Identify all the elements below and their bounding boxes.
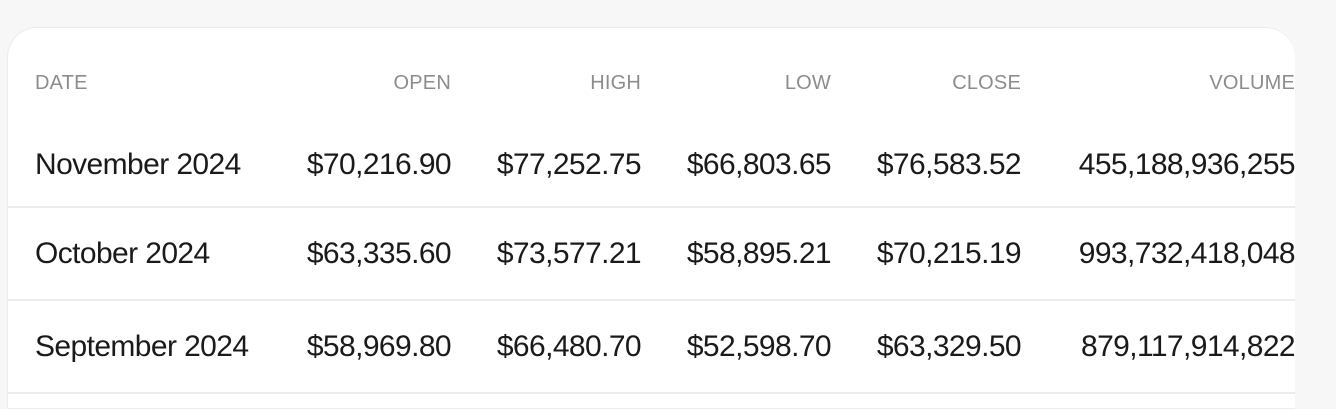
column-header-low[interactable]: LOW (641, 28, 831, 124)
cell-volume: 993,732,418,048 (1021, 207, 1295, 301)
table-row: November 2024 $70,216.90 $77,252.75 $66,… (8, 124, 1295, 208)
price-history-card: DATE OPEN HIGH LOW CLOSE VOLUME November… (7, 27, 1295, 409)
cell-date: November 2024 (8, 124, 273, 208)
column-header-date[interactable]: DATE (8, 28, 273, 124)
cell-open: $63,335.60 (273, 207, 451, 301)
column-header-open[interactable]: OPEN (273, 28, 451, 124)
cell-volume: 879,117,914,822 (1021, 300, 1295, 394)
cell-high: $66,480.70 (451, 300, 641, 394)
cell-volume: 455,188,936,255 (1021, 124, 1295, 208)
cell-high: $73,577.21 (451, 207, 641, 301)
cell-date: September 2024 (8, 300, 273, 394)
table-row: September 2024 $58,969.80 $66,480.70 $52… (8, 300, 1295, 394)
cell-close: $76,583.52 (831, 124, 1021, 208)
cell-low: $52,598.70 (641, 300, 831, 394)
cell-close: $70,215.19 (831, 207, 1021, 301)
price-history-table: DATE OPEN HIGH LOW CLOSE VOLUME November… (8, 28, 1295, 394)
column-header-close[interactable]: CLOSE (831, 28, 1021, 124)
column-header-high[interactable]: HIGH (451, 28, 641, 124)
cell-high: $77,252.75 (451, 124, 641, 208)
cell-low: $58,895.21 (641, 207, 831, 301)
cell-date: October 2024 (8, 207, 273, 301)
table-row: October 2024 $63,335.60 $73,577.21 $58,8… (8, 207, 1295, 301)
table-header-row: DATE OPEN HIGH LOW CLOSE VOLUME (8, 28, 1295, 124)
cell-low: $66,803.65 (641, 124, 831, 208)
cell-open: $70,216.90 (273, 124, 451, 208)
cell-close: $63,329.50 (831, 300, 1021, 394)
cell-open: $58,969.80 (273, 300, 451, 394)
column-header-volume[interactable]: VOLUME (1021, 28, 1295, 124)
